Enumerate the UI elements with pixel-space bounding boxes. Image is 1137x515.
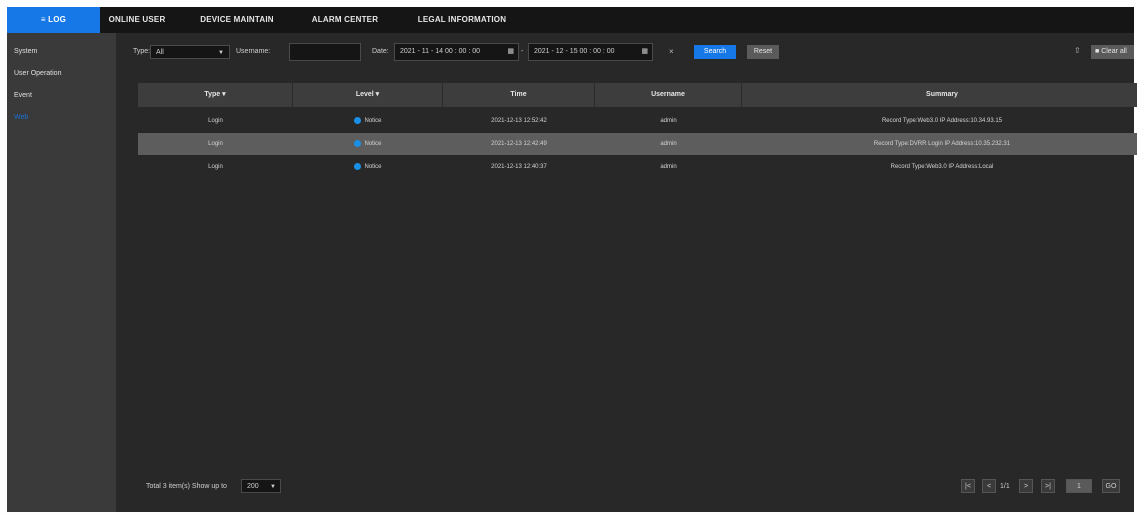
username-label: Username: bbox=[236, 48, 271, 55]
type-select-value: All bbox=[156, 49, 164, 56]
date-end-input[interactable]: 2021 - 12 - 15 00 : 00 : 00 ▦ bbox=[528, 43, 653, 61]
cell-time: 2021-12-13 12:52:42 bbox=[491, 118, 547, 124]
page-size-value: 200 bbox=[247, 483, 259, 490]
notice-icon bbox=[354, 139, 362, 147]
clear-all-label: Clear all bbox=[1101, 48, 1127, 55]
cell-level: Notice bbox=[293, 133, 443, 155]
export-icon[interactable]: ⇧ bbox=[1074, 45, 1081, 57]
cell-username: admin bbox=[660, 118, 677, 124]
sidebar-item-system[interactable]: System bbox=[7, 41, 116, 63]
reset-button[interactable]: Reset bbox=[747, 45, 779, 59]
column-header-time: Time bbox=[443, 83, 595, 107]
calendar-icon[interactable]: ▦ bbox=[507, 44, 514, 60]
tab-online-user[interactable]: ONLINE USER bbox=[107, 7, 167, 33]
table-row[interactable]: Login Notice 2021-12-13 12:40:37 admin R… bbox=[138, 156, 1137, 178]
goto-page-input[interactable]: 1 bbox=[1066, 479, 1092, 493]
cell-username: admin bbox=[660, 164, 677, 170]
search-button[interactable]: Search bbox=[694, 45, 736, 59]
column-header-summary: Summary bbox=[926, 91, 958, 98]
type-label: Type: bbox=[133, 48, 151, 55]
table-row[interactable]: Login Notice 2021-12-13 12:42:49 admin R… bbox=[138, 133, 1137, 155]
tab-legal-information[interactable]: LEGAL INFORMATION bbox=[407, 7, 517, 33]
app-window: ≡ LOG ONLINE USER DEVICE MAINTAIN ALARM … bbox=[7, 7, 1137, 512]
main-content: Type: All ▼ Username: Date: 2021 - 11 - … bbox=[116, 33, 1137, 512]
chevron-down-icon: ▾ bbox=[222, 91, 226, 98]
total-items-text: Total 3 item(s) Show up to bbox=[146, 483, 227, 490]
cell-level-text: Notice bbox=[364, 118, 382, 124]
filter-bar: Type: All ▼ Username: Date: 2021 - 11 - … bbox=[116, 33, 1134, 75]
clear-date-icon[interactable]: × bbox=[669, 46, 674, 58]
column-header-type[interactable]: Type ▾ bbox=[138, 83, 293, 107]
cell-summary: Record Type:Web3.0 IP Address:10.34.93.1… bbox=[881, 118, 1003, 124]
username-input[interactable] bbox=[289, 43, 361, 61]
notice-icon bbox=[354, 116, 362, 124]
cell-level-text: Notice bbox=[364, 141, 382, 147]
pagination-bar: Total 3 item(s) Show up to 200 ▼ |< < 1/… bbox=[116, 473, 1134, 499]
notice-icon bbox=[354, 162, 362, 170]
cell-level: Notice bbox=[293, 156, 443, 178]
table-header: Type ▾ Level ▾ Time Username Summary bbox=[138, 83, 1137, 107]
column-header-level-label: Level bbox=[355, 91, 374, 98]
tab-log[interactable]: ≡ LOG bbox=[7, 7, 100, 33]
cell-time: 2021-12-13 12:42:49 bbox=[491, 141, 547, 147]
cell-level: Notice bbox=[293, 110, 443, 132]
page-size-select[interactable]: 200 ▼ bbox=[241, 479, 281, 493]
sidebar-item-user-operation[interactable]: User Operation bbox=[7, 63, 116, 85]
clear-all-button[interactable]: ■ Clear all bbox=[1091, 45, 1134, 59]
next-page-button[interactable]: > bbox=[1019, 479, 1033, 493]
date-separator: - bbox=[521, 48, 524, 55]
cell-type: Login bbox=[208, 141, 223, 147]
sidebar-item-event[interactable]: Event bbox=[7, 85, 116, 107]
date-label: Date: bbox=[372, 48, 389, 55]
date-end-value: 2021 - 12 - 15 00 : 00 : 00 bbox=[534, 48, 615, 55]
chevron-down-icon: ▾ bbox=[375, 91, 380, 98]
tab-alarm-center[interactable]: ALARM CENTER bbox=[305, 7, 385, 33]
cell-level-text: Notice bbox=[364, 164, 382, 170]
cell-type: Login bbox=[208, 164, 223, 170]
column-header-level[interactable]: Level ▾ bbox=[293, 83, 443, 107]
sidebar: System User Operation Event Web bbox=[7, 33, 116, 512]
table-row[interactable]: Login Notice 2021-12-13 12:52:42 admin R… bbox=[138, 110, 1137, 132]
cell-time: 2021-12-13 12:40:37 bbox=[491, 164, 547, 170]
tab-device-maintain[interactable]: DEVICE MAINTAIN bbox=[187, 7, 287, 33]
chevron-down-icon: ▼ bbox=[218, 50, 224, 56]
column-header-type-label: Type bbox=[204, 91, 221, 98]
cell-summary: Record Type:Web3.0 IP Address:Local bbox=[890, 164, 994, 170]
prev-page-button[interactable]: < bbox=[982, 479, 996, 493]
cell-username: admin bbox=[660, 141, 677, 147]
column-header-username: Username bbox=[595, 83, 742, 107]
go-button[interactable]: GO bbox=[1102, 479, 1120, 493]
sidebar-item-web[interactable]: Web bbox=[7, 107, 116, 129]
last-page-button[interactable]: >| bbox=[1041, 479, 1055, 493]
top-nav: ≡ LOG ONLINE USER DEVICE MAINTAIN ALARM … bbox=[7, 7, 1134, 33]
date-start-value: 2021 - 11 - 14 00 : 00 : 00 bbox=[400, 48, 481, 55]
cell-type: Login bbox=[208, 118, 223, 124]
first-page-button[interactable]: |< bbox=[961, 479, 975, 493]
date-start-input[interactable]: 2021 - 11 - 14 00 : 00 : 00 ▦ bbox=[394, 43, 519, 61]
type-select[interactable]: All ▼ bbox=[150, 45, 230, 59]
chevron-down-icon: ▼ bbox=[270, 484, 276, 490]
trash-icon: ■ bbox=[1095, 48, 1100, 55]
page-info: 1/1 bbox=[1000, 483, 1010, 490]
cell-summary: Record Type:DVRR Login IP Address:10.35.… bbox=[873, 141, 1011, 147]
calendar-icon[interactable]: ▦ bbox=[641, 44, 648, 60]
